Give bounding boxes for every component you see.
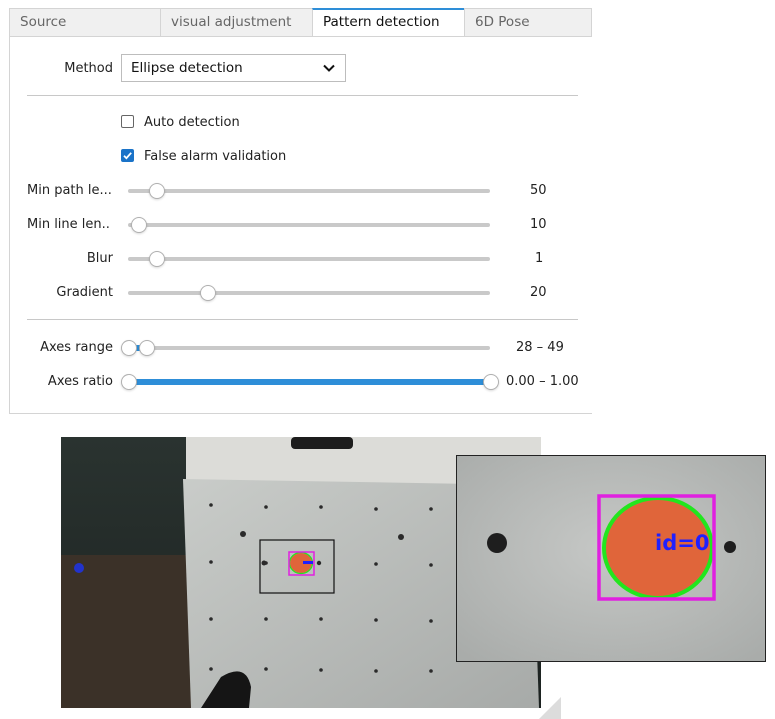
blur-label: Blur [86,251,113,266]
min-line-slider-thumb[interactable] [131,217,147,233]
detection-id-label: id=0 [655,531,709,555]
min-line-slider[interactable] [128,223,490,227]
min-line-value: 10 [530,217,547,232]
gradient-slider-thumb[interactable] [199,285,216,301]
min-path-slider-thumb[interactable] [149,183,166,199]
method-select[interactable]: Ellipse detection [121,54,346,82]
false-alarm-label: False alarm validation [144,149,287,164]
checkmark-icon [123,152,132,160]
min-path-value: 50 [530,183,547,198]
auto-detection-checkbox[interactable] [121,115,134,128]
tab-pattern-detection[interactable]: Pattern detection [312,8,465,37]
tab-6d-pose[interactable]: 6D Pose [464,8,592,36]
tab-visual-adjustment[interactable]: visual adjustment [160,8,313,36]
axes-ratio-fill [128,379,490,385]
blur-value: 1 [535,251,544,266]
axes-ratio-low-thumb[interactable] [121,374,137,390]
tab-source[interactable]: Source [9,8,161,36]
gradient-value: 20 [530,285,547,300]
blur-slider-thumb[interactable] [149,251,166,267]
tab-label: 6D Pose [475,14,530,30]
false-alarm-checkbox[interactable] [121,149,134,162]
min-line-label: Min line len... [27,217,111,232]
resize-handle-icon[interactable] [539,697,561,719]
method-label: Method [64,61,113,76]
axes-range-low-thumb[interactable] [121,340,137,356]
zoom-image: id=0 [457,456,765,661]
axes-range-slider[interactable] [128,346,490,350]
gradient-slider[interactable] [128,291,490,295]
min-path-slider[interactable] [128,189,490,193]
divider [27,319,578,320]
tab-label: Source [20,14,67,30]
axes-ratio-label: Axes ratio [47,374,113,389]
axes-ratio-high-thumb[interactable] [483,374,499,390]
min-path-label: Min path le... [27,183,111,198]
zoom-view[interactable]: id=0 [456,455,766,662]
blur-slider[interactable] [128,257,490,261]
axes-range-label: Axes range [40,340,113,355]
axes-ratio-value: 0.00 – 1.00 [506,374,579,389]
gradient-label: Gradient [56,285,113,300]
divider [27,95,578,96]
axes-range-high-thumb[interactable] [139,340,156,356]
tab-bar: Source visual adjustment Pattern detecti… [9,8,592,37]
chevron-down-icon [323,64,335,72]
tab-label: Pattern detection [323,14,440,30]
method-select-value: Ellipse detection [131,60,243,76]
axes-range-value: 28 – 49 [516,340,564,355]
tab-label: visual adjustment [171,14,292,30]
auto-detection-label: Auto detection [144,115,240,130]
